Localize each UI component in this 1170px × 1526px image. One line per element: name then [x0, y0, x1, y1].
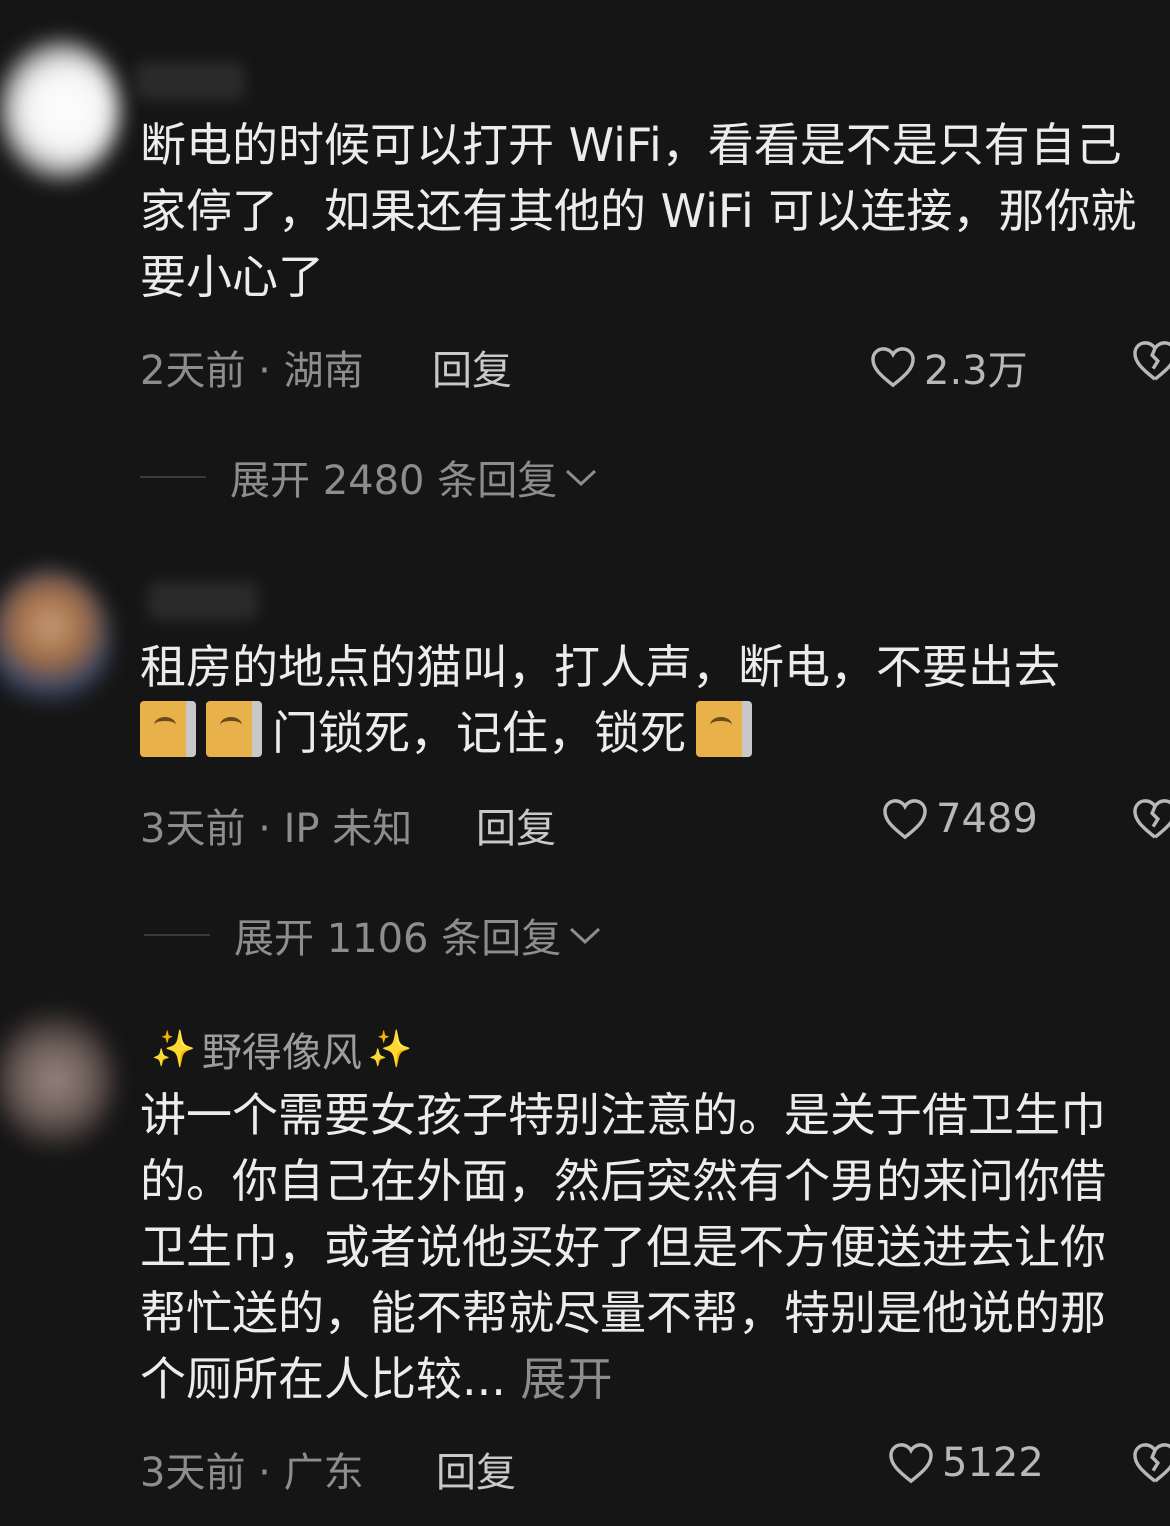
cat-emoji	[696, 701, 752, 757]
chevron-down-icon	[566, 469, 597, 487]
comment-meta: 3天前 · 广东 回复 5122	[140, 1432, 1170, 1496]
reply-button[interactable]: 回复	[436, 1440, 516, 1498]
sparkles-icon: ✨	[151, 1029, 196, 1070]
avatar[interactable]	[0, 1010, 115, 1150]
comment-meta: 3天前 · IP 未知 回复 7489	[140, 788, 1170, 852]
comment-text: 断电的时候可以打开 WiFi，看看是不是只有自己家停了，如果还有其他的 WiFi…	[140, 118, 1137, 304]
heart-outline-icon	[889, 1443, 933, 1484]
like-count: 5122	[942, 1440, 1044, 1486]
username-label: 野得像风	[201, 1030, 362, 1076]
expand-text-button[interactable]: 展开	[521, 1352, 613, 1406]
username[interactable]: ✨ 野得像风 ✨	[145, 1020, 419, 1078]
heart-outline-icon	[871, 347, 915, 388]
comment-meta: 2天前 · 湖南 回复 2.3万	[140, 330, 1170, 394]
dislike-button[interactable]	[1132, 1442, 1170, 1494]
avatar[interactable]	[0, 570, 110, 710]
divider-line	[140, 476, 206, 478]
like-button[interactable]: 7489	[882, 796, 1038, 842]
reply-button[interactable]: 回复	[476, 796, 556, 854]
expand-replies-label: 展开 2480 条回复	[230, 458, 558, 504]
heart-outline-icon	[883, 799, 927, 840]
username-blurred[interactable]	[135, 62, 245, 100]
dislike-button[interactable]	[1132, 798, 1170, 850]
comment-text: 租房的地点的猫叫，打人声，断电，不要出去 门锁死，记住，锁死	[140, 634, 1140, 766]
like-count: 2.3万	[924, 348, 1028, 394]
comment-time-location: 3天前 · IP 未知	[140, 806, 413, 852]
divider-line	[144, 934, 210, 936]
cat-emoji	[206, 701, 262, 757]
comment-time-location: 3天前 · 广东	[140, 1450, 364, 1496]
comment-text-part: 讲一个需要女孩子特别注意的。是关于借卫生巾的。你自己在外面，然后突然有个男的来问…	[140, 1088, 1106, 1406]
comment-text-part: 租房的地点的猫叫，打人声，断电，不要出去	[140, 640, 1060, 694]
expand-replies-button[interactable]: 展开 1106 条回复	[144, 910, 603, 962]
avatar[interactable]	[0, 40, 120, 180]
comment-time-location: 2天前 · 湖南	[140, 348, 364, 394]
broken-heart-icon	[1133, 1443, 1170, 1483]
reply-button[interactable]: 回复	[432, 338, 512, 396]
username-blurred[interactable]	[148, 582, 258, 620]
expand-replies-label: 展开 1106 条回复	[234, 916, 562, 962]
chevron-down-icon	[570, 927, 601, 945]
cat-emoji	[140, 701, 196, 757]
broken-heart-icon	[1133, 799, 1170, 839]
dislike-button[interactable]	[1132, 340, 1170, 392]
broken-heart-icon	[1133, 341, 1170, 381]
like-button[interactable]: 2.3万	[870, 338, 1028, 396]
sparkles-icon: ✨	[367, 1029, 413, 1070]
expand-replies-button[interactable]: 展开 2480 条回复	[140, 452, 599, 504]
like-button[interactable]: 5122	[888, 1440, 1044, 1486]
comment-text: 讲一个需要女孩子特别注意的。是关于借卫生巾的。你自己在外面，然后突然有个男的来问…	[140, 1082, 1140, 1412]
like-count: 7489	[936, 796, 1038, 842]
comment-text-part: 门锁死，记住，锁死	[272, 706, 686, 760]
